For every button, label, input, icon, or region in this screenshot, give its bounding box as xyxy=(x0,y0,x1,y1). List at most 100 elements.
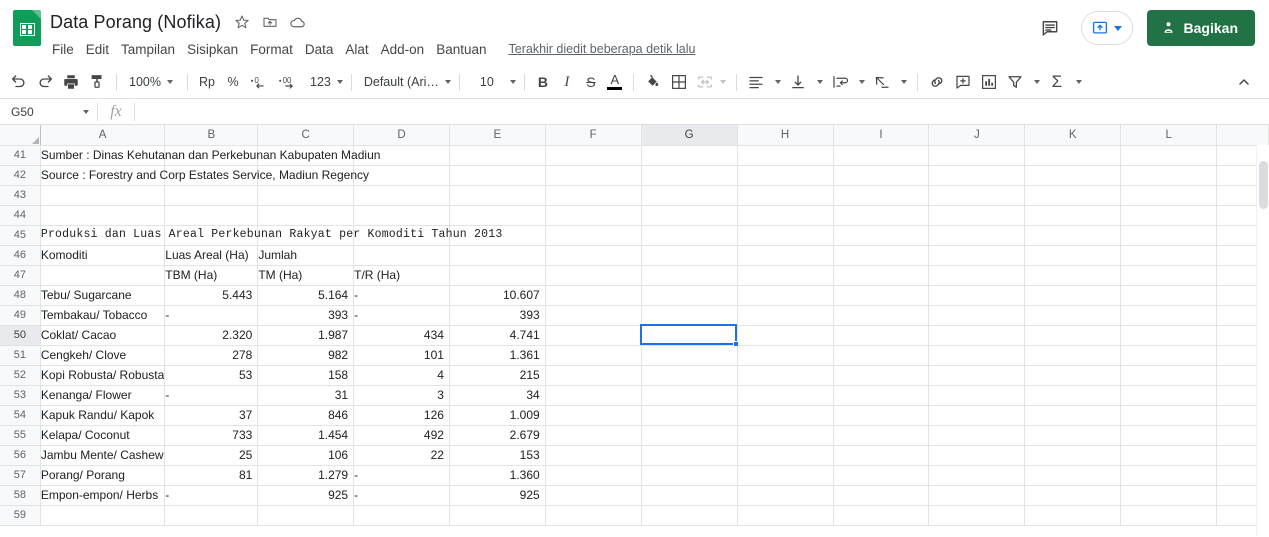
cell-J45[interactable] xyxy=(545,225,642,246)
cell-end42[interactable] xyxy=(928,165,1026,186)
cell-E44[interactable] xyxy=(449,205,546,226)
cell-H57[interactable] xyxy=(737,465,834,486)
cell-K54[interactable] xyxy=(1024,405,1122,426)
cell-G55[interactable] xyxy=(641,425,738,446)
cell-F59[interactable] xyxy=(545,505,642,526)
cell-F50[interactable] xyxy=(545,325,642,346)
cell-C48[interactable]: 5.164 xyxy=(257,285,355,306)
vertical-scrollbar[interactable] xyxy=(1256,145,1269,536)
row-header-50[interactable]: 50 xyxy=(0,325,41,346)
collapse-toolbar-button[interactable] xyxy=(1231,69,1257,95)
cell-F43[interactable] xyxy=(545,185,642,206)
cell-empty[interactable] xyxy=(1024,225,1122,246)
cell-I58[interactable] xyxy=(833,485,930,506)
text-color-button[interactable]: A xyxy=(603,69,627,95)
cell-K49[interactable] xyxy=(1024,305,1122,326)
cell-A48[interactable]: Tebu/ Sugarcane xyxy=(40,285,166,306)
cell-F44[interactable] xyxy=(545,205,642,226)
cell-empty[interactable] xyxy=(1120,145,1218,166)
cell-H43[interactable] xyxy=(737,185,834,206)
row-header-48[interactable]: 48 xyxy=(0,285,41,306)
cell-C57[interactable]: 1.279 xyxy=(257,465,355,486)
column-header-a[interactable]: A xyxy=(40,125,166,146)
cell-F48[interactable] xyxy=(545,285,642,306)
cell-I51[interactable] xyxy=(833,345,930,366)
cell-L44[interactable] xyxy=(1120,205,1218,226)
cell-K42[interactable] xyxy=(737,165,834,186)
share-button[interactable]: Bagikan xyxy=(1146,10,1255,46)
cell-I53[interactable] xyxy=(833,385,930,406)
cell-J48[interactable] xyxy=(928,285,1026,306)
menu-item-tampilan[interactable]: Tampilan xyxy=(115,40,181,59)
print-icon[interactable] xyxy=(58,69,84,95)
cell-J56[interactable] xyxy=(928,445,1026,466)
cell-H51[interactable] xyxy=(737,345,834,366)
cell-J59[interactable] xyxy=(928,505,1026,526)
cell-H53[interactable] xyxy=(737,385,834,406)
cell-L52[interactable] xyxy=(1120,365,1218,386)
row-header-44[interactable]: 44 xyxy=(0,205,41,226)
cell-I46[interactable] xyxy=(641,245,738,266)
chevron-down-icon[interactable] xyxy=(719,80,726,84)
row-header-52[interactable]: 52 xyxy=(0,365,41,386)
cell-empty[interactable] xyxy=(1120,225,1218,246)
cell-empty[interactable] xyxy=(1024,145,1122,166)
cell-L55[interactable] xyxy=(1120,425,1218,446)
cell-K46[interactable] xyxy=(833,245,930,266)
cell-end41[interactable] xyxy=(928,145,1026,166)
cell-empty[interactable] xyxy=(1120,165,1218,186)
cell-J43[interactable] xyxy=(928,185,1026,206)
cell-A50[interactable]: Coklat/ Cacao xyxy=(40,325,166,346)
cell-J57[interactable] xyxy=(928,465,1026,486)
strikethrough-button[interactable]: S xyxy=(579,69,603,95)
cell-L59[interactable] xyxy=(1120,505,1218,526)
paint-format-icon[interactable] xyxy=(84,69,110,95)
cell-K43[interactable] xyxy=(1024,185,1122,206)
cell-D55[interactable]: 492 xyxy=(353,425,450,446)
cell-A52[interactable]: Kopi Robusta/ Robusta xyxy=(40,365,166,386)
cell-A59[interactable] xyxy=(40,505,166,526)
cell-C43[interactable] xyxy=(257,185,355,206)
menu-item-bantuan[interactable]: Bantuan xyxy=(430,40,492,59)
fill-color-icon[interactable] xyxy=(640,69,666,95)
increase-decimal-button[interactable]: 00 xyxy=(274,69,304,95)
cell-E49[interactable]: 393 xyxy=(449,305,546,326)
cell-J54[interactable] xyxy=(928,405,1026,426)
vertical-scrollbar-thumb[interactable] xyxy=(1259,161,1268,209)
row-header-57[interactable]: 57 xyxy=(0,465,41,486)
merge-cells-icon[interactable] xyxy=(692,69,718,95)
cell-J52[interactable] xyxy=(928,365,1026,386)
cell-B48[interactable]: 5.443 xyxy=(164,285,259,306)
cell-C54[interactable]: 846 xyxy=(257,405,355,426)
borders-icon[interactable] xyxy=(666,69,692,95)
cell-L56[interactable] xyxy=(1120,445,1218,466)
cell-I55[interactable] xyxy=(833,425,930,446)
cell-A42[interactable]: Source : Forestry and Corp Estates Servi… xyxy=(40,165,369,186)
vertical-align-icon[interactable] xyxy=(785,69,811,95)
cell-G43[interactable] xyxy=(641,185,738,206)
row-header-46[interactable]: 46 xyxy=(0,245,41,266)
cell-B43[interactable] xyxy=(164,185,259,206)
menu-item-file[interactable]: File xyxy=(50,40,80,59)
chevron-down-icon[interactable] xyxy=(774,80,781,84)
cell-H49[interactable] xyxy=(737,305,834,326)
chevron-down-icon[interactable] xyxy=(816,80,823,84)
comment-history-button[interactable] xyxy=(1033,11,1067,45)
menu-item-format[interactable]: Format xyxy=(244,40,299,59)
cell-F46[interactable] xyxy=(353,245,450,266)
select-all-corner[interactable] xyxy=(0,125,41,146)
last-edit-status[interactable]: Terakhir diedit beberapa detik lalu xyxy=(509,42,696,56)
cell-K50[interactable] xyxy=(1024,325,1122,346)
cell-B54[interactable]: 37 xyxy=(164,405,259,426)
cell-empty[interactable] xyxy=(1024,165,1122,186)
cell-H58[interactable] xyxy=(737,485,834,506)
cell-D43[interactable] xyxy=(353,185,450,206)
cell-J47[interactable] xyxy=(928,265,1026,286)
cell-A53[interactable]: Kenanga/ Flower xyxy=(40,385,166,406)
cell-L48[interactable] xyxy=(1120,285,1218,306)
star-icon[interactable] xyxy=(233,14,250,31)
cell-J51[interactable] xyxy=(928,345,1026,366)
menu-item-addon[interactable]: Add-on xyxy=(375,40,431,59)
cell-G49[interactable] xyxy=(641,305,738,326)
number-format-selector[interactable]: 123 xyxy=(304,70,345,94)
